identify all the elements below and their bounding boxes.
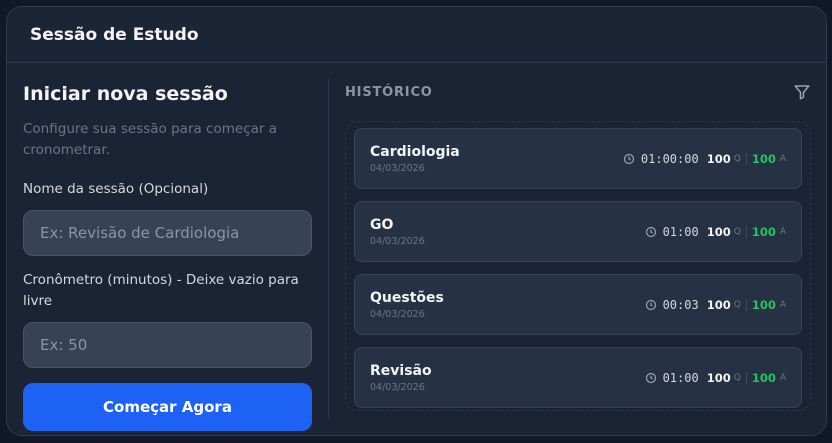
timer-minutes-input[interactable] [23, 322, 312, 368]
history-item-date: 04/03/2026 [370, 235, 425, 247]
history-item-stats: 01:00:00 100 Q 100 A [623, 152, 786, 166]
history-item-questions-unit: Q [733, 372, 741, 383]
history-item-answers-unit: A [779, 226, 786, 237]
clock-icon [623, 153, 635, 165]
history-item[interactable]: Revisão 04/03/2026 01:00 100 Q 100 A [354, 347, 802, 408]
history-item-stats: 01:00 100 Q 100 A [645, 225, 786, 239]
new-session-title: Iniciar nova sessão [23, 83, 228, 105]
new-session-panel: Iniciar nova sessão Configure sua sessão… [23, 79, 313, 431]
filter-icon[interactable] [793, 83, 811, 101]
history-item-time: 00:03 [662, 297, 699, 312]
history-item-date: 04/03/2026 [370, 308, 425, 320]
history-title: HISTÓRICO [345, 84, 433, 100]
history-item-name: Revisão [370, 362, 432, 379]
new-session-subtitle: Configure sua sessão para começar a cron… [23, 121, 278, 158]
history-item-questions: 100 [706, 370, 731, 385]
window-header: Sessão de Estudo [7, 7, 826, 63]
panel-divider [328, 79, 329, 419]
history-header: HISTÓRICO [345, 79, 811, 105]
history-item-answers: 100 [751, 151, 776, 166]
history-panel: HISTÓRICO Cardiologia 04/03/2026 01:00:0… [345, 79, 811, 411]
stats-separator [745, 371, 747, 384]
stats-separator [745, 298, 747, 311]
history-item-name: Questões [370, 289, 444, 306]
session-name-label: Nome da sessão (Opcional) [23, 181, 209, 197]
session-name-input[interactable] [23, 210, 312, 256]
history-item-questions-unit: Q [733, 153, 741, 164]
clock-icon [645, 226, 657, 238]
history-item-time: 01:00 [662, 370, 699, 385]
window-title: Sessão de Estudo [30, 24, 199, 45]
history-item-questions: 100 [706, 151, 731, 166]
stats-separator [745, 225, 747, 238]
history-item-answers: 100 [751, 370, 776, 385]
history-item-info: Cardiologia 04/03/2026 [370, 144, 460, 174]
history-item-info: Revisão 04/03/2026 [370, 363, 432, 393]
history-item-stats: 01:00 100 Q 100 A [645, 371, 786, 385]
history-item-date: 04/03/2026 [370, 381, 425, 393]
stats-separator [745, 152, 747, 165]
history-item-questions: 100 [706, 224, 731, 239]
history-item-name: Cardiologia [370, 143, 460, 160]
study-session-window: Sessão de Estudo Iniciar nova sessão Con… [6, 6, 827, 436]
history-item-answers-unit: A [779, 372, 786, 383]
clock-icon [645, 372, 657, 384]
history-item[interactable]: Questões 04/03/2026 00:03 100 Q 100 A [354, 274, 802, 335]
history-item-questions-unit: Q [733, 299, 741, 310]
history-item-questions-unit: Q [733, 226, 741, 237]
history-item-answers: 100 [751, 297, 776, 312]
history-item-questions: 100 [706, 297, 731, 312]
history-item-time: 01:00 [662, 224, 699, 239]
history-item-answers-unit: A [779, 153, 786, 164]
history-item-answers-unit: A [779, 299, 786, 310]
history-item-info: Questões 04/03/2026 [370, 290, 444, 320]
history-item-answers: 100 [751, 224, 776, 239]
history-list: Cardiologia 04/03/2026 01:00:00 100 Q 10… [345, 121, 811, 411]
start-now-button[interactable]: Começar Agora [23, 383, 312, 431]
clock-icon [645, 299, 657, 311]
history-item-name: GO [370, 216, 394, 233]
history-item[interactable]: Cardiologia 04/03/2026 01:00:00 100 Q 10… [354, 128, 802, 189]
history-item[interactable]: GO 04/03/2026 01:00 100 Q 100 A [354, 201, 802, 262]
history-item-date: 04/03/2026 [370, 162, 425, 174]
history-item-stats: 00:03 100 Q 100 A [645, 298, 786, 312]
history-item-info: GO 04/03/2026 [370, 217, 425, 247]
history-item-time: 01:00:00 [640, 151, 699, 166]
timer-label: Cronômetro (minutos) - Deixe vazio para … [23, 272, 299, 309]
